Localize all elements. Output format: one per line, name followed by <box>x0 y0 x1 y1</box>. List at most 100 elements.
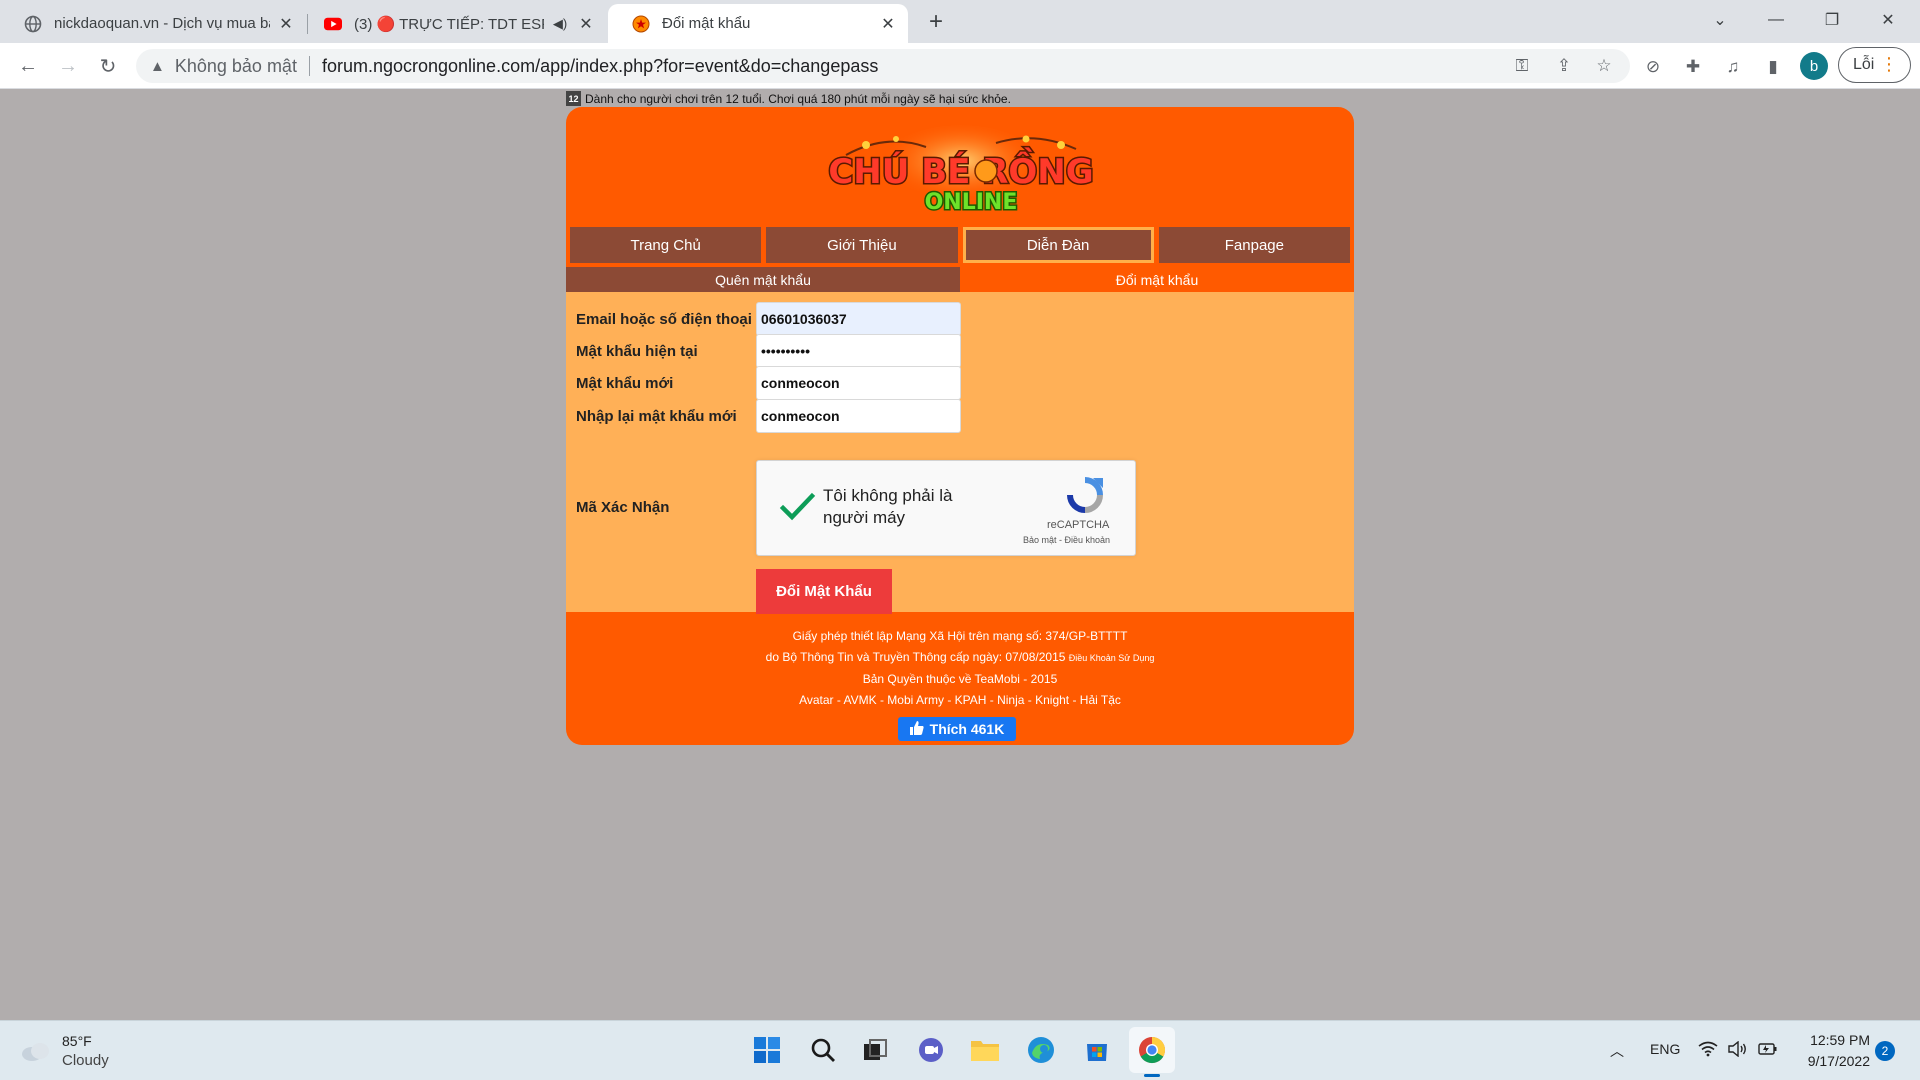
profile-avatar[interactable]: b <box>1800 52 1828 80</box>
divider <box>308 56 310 76</box>
menu-dien-dan[interactable]: Diễn Đàn <box>962 227 1154 263</box>
back-button[interactable]: ← <box>12 50 44 82</box>
confirm-password-row: Nhập lại mật khẩu mới <box>576 398 1336 434</box>
email-label: Email hoặc số điện thoại <box>576 310 752 328</box>
tab-youtube[interactable]: (3) 🔴 TRỰC TIẾP: TDT ESPORTS ◀) ✕ <box>300 4 606 43</box>
task-view-icon[interactable] <box>852 1027 898 1073</box>
close-icon[interactable]: ✕ <box>276 14 296 34</box>
chat-icon[interactable] <box>908 1027 954 1073</box>
email-field[interactable] <box>756 302 961 336</box>
share-icon[interactable]: ⇪ <box>1552 54 1576 78</box>
window-close-button[interactable]: ✕ <box>1860 0 1916 40</box>
file-explorer-icon[interactable] <box>962 1027 1008 1073</box>
volume-icon[interactable] <box>1728 1040 1748 1060</box>
globe-icon <box>24 15 42 33</box>
current-password-row: Mật khẩu hiện tại <box>576 333 1336 369</box>
active-app-indicator <box>1144 1074 1160 1077</box>
new-password-row: Mật khẩu mới <box>576 365 1336 401</box>
extensions-puzzle-icon[interactable]: ✚ <box>1680 54 1706 80</box>
confirm-password-field[interactable] <box>756 399 961 433</box>
weather-condition: Cloudy <box>62 1052 109 1069</box>
tab-title: Đổi mật khẩu <box>662 15 751 32</box>
battery-icon[interactable] <box>1756 1041 1778 1060</box>
error-label: Lỗi <box>1853 56 1875 73</box>
recaptcha-brand: reCAPTCHA <box>1047 519 1110 531</box>
notification-badge[interactable]: 2 <box>1875 1041 1895 1061</box>
menu-fanpage[interactable]: Fanpage <box>1158 227 1350 263</box>
compass-extension-icon[interactable]: ⊘ <box>1640 54 1666 80</box>
key-icon[interactable]: ⚿ <box>1510 54 1534 78</box>
youtube-icon <box>324 15 342 33</box>
wifi-icon[interactable] <box>1698 1041 1718 1060</box>
main-card: CHÚ BÉ RỒNG ONLINE Trang Chủ Giới Thiệu … <box>566 107 1354 745</box>
search-icon[interactable] <box>800 1027 846 1073</box>
footer-issuer: do Bộ Thông Tin và Truyền Thông cấp ngày… <box>566 647 1354 669</box>
checkmark-icon[interactable] <box>777 487 817 527</box>
weather-widget[interactable]: 85°F Cloudy <box>20 1031 109 1071</box>
windows-taskbar: 85°F Cloudy ︿ ENG <box>0 1020 1920 1080</box>
security-label: Không bảo mật <box>174 55 297 76</box>
captcha-text: Tôi không phải là người máy <box>823 486 953 527</box>
age-notice-text: Dành cho người chơi trên 12 tuổi. Chơi q… <box>585 91 1011 106</box>
age-notice: 12 Dành cho người chơi trên 12 tuổi. Chơ… <box>566 91 1011 106</box>
change-password-form: Email hoặc số điện thoại Mật khẩu hiện t… <box>566 292 1354 614</box>
captcha-label: Mã Xác Nhận <box>576 498 670 516</box>
tab-quen-mat-khau[interactable]: Quên mật khẩu <box>566 267 960 292</box>
facebook-like-button[interactable]: Thích 461K <box>898 717 1016 741</box>
like-count: Thích 461K <box>929 721 1005 737</box>
footer-games[interactable]: Avatar - AVMK - Mobi Army - KPAH - Ninja… <box>566 690 1354 711</box>
side-panel-icon[interactable]: ▮ <box>1760 54 1786 80</box>
restore-button[interactable]: ❐ <box>1804 0 1860 40</box>
tab-doi-mat-khau[interactable]: Đổi mật khẩu ✕ <box>608 4 908 43</box>
start-button[interactable] <box>744 1027 790 1073</box>
edge-icon[interactable] <box>1018 1027 1064 1073</box>
error-menu-button[interactable]: Lỗi ⋮ <box>1838 47 1911 83</box>
address-bar[interactable]: ▲ Không bảo mật forum.ngocrongonline.com… <box>136 49 1630 83</box>
forward-button[interactable]: → <box>52 50 84 82</box>
recaptcha-links[interactable]: Bảo mật - Điều khoản <box>1023 535 1110 545</box>
chrome-icon[interactable] <box>1129 1027 1175 1073</box>
logo-subtitle: ONLINE <box>925 190 1018 215</box>
new-password-label: Mật khẩu mới <box>576 374 674 392</box>
recaptcha-logo-icon <box>1067 477 1103 513</box>
menu-trang-chu[interactable]: Trang Chủ <box>570 227 762 263</box>
speaker-icon[interactable]: ◀) <box>550 14 570 34</box>
dragonball-icon <box>632 15 650 33</box>
tab-doi-mat-khau-active[interactable]: Đổi mật khẩu <box>960 267 1354 292</box>
reload-button[interactable]: ↻ <box>92 50 124 82</box>
footer: Giấy phép thiết lập Mạng Xã Hội trên mạn… <box>566 626 1354 711</box>
submit-button[interactable]: Đổi Mật Khẩu <box>756 569 892 614</box>
chu-be-rong-logo[interactable]: CHÚ BÉ RỒNG ONLINE <box>826 125 1096 217</box>
tab-search-icon[interactable]: ⌄ <box>1692 0 1748 40</box>
clock-date: 9/17/2022 <box>1807 1053 1870 1069</box>
age-rating-badge: 12 <box>566 91 581 106</box>
minimize-button[interactable]: — <box>1748 0 1804 40</box>
tab-nickdaoquan[interactable]: nickdaoquan.vn - Dịch vụ mua bán ✕ <box>0 4 306 43</box>
bookmark-star-icon[interactable]: ☆ <box>1592 54 1616 78</box>
system-clock[interactable]: 12:59 PM 9/17/2022 <box>1790 1030 1870 1072</box>
sub-tabs: Quên mật khẩu Đổi mật khẩu <box>566 267 1354 292</box>
tab-strip: nickdaoquan.vn - Dịch vụ mua bán ✕ (3) 🔴… <box>0 0 1920 43</box>
current-password-field[interactable] <box>756 334 961 368</box>
current-password-label: Mật khẩu hiện tại <box>576 342 698 360</box>
menu-gioi-thieu[interactable]: Giới Thiệu <box>766 227 958 263</box>
footer-copyright: Bản Quyền thuộc về TeaMobi - 2015 <box>862 672 1058 686</box>
new-tab-button[interactable]: + <box>922 8 950 36</box>
thumbs-up-icon <box>909 720 924 738</box>
url-text: forum.ngocrongonline.com/app/index.php?f… <box>321 55 879 76</box>
weather-temperature: 85°F <box>62 1033 92 1049</box>
browser-toolbar: ← → ↻ ▲ Không bảo mật forum.ngocrongonli… <box>0 43 1920 89</box>
language-indicator[interactable]: ENG <box>1650 1041 1680 1057</box>
terms-link[interactable]: Điều Khoản Sử Dụng <box>1069 653 1155 663</box>
chevron-up-icon[interactable]: ︿ <box>1610 1041 1624 1061</box>
close-icon[interactable]: ✕ <box>878 14 898 34</box>
recaptcha-widget: Tôi không phải là người máy reCAPTCHA Bả… <box>756 460 1136 556</box>
close-icon[interactable]: ✕ <box>576 14 596 34</box>
microsoft-store-icon[interactable] <box>1074 1027 1120 1073</box>
tab-title: nickdaoquan.vn - Dịch vụ mua bán <box>54 15 270 32</box>
email-row: Email hoặc số điện thoại <box>576 301 1336 337</box>
footer-license: Giấy phép thiết lập Mạng Xã Hội trên mạn… <box>792 629 1128 643</box>
new-password-field[interactable] <box>756 366 961 400</box>
confirm-password-label: Nhập lại mật khẩu mới <box>576 407 737 425</box>
media-control-icon[interactable]: ♫ <box>1720 54 1746 80</box>
